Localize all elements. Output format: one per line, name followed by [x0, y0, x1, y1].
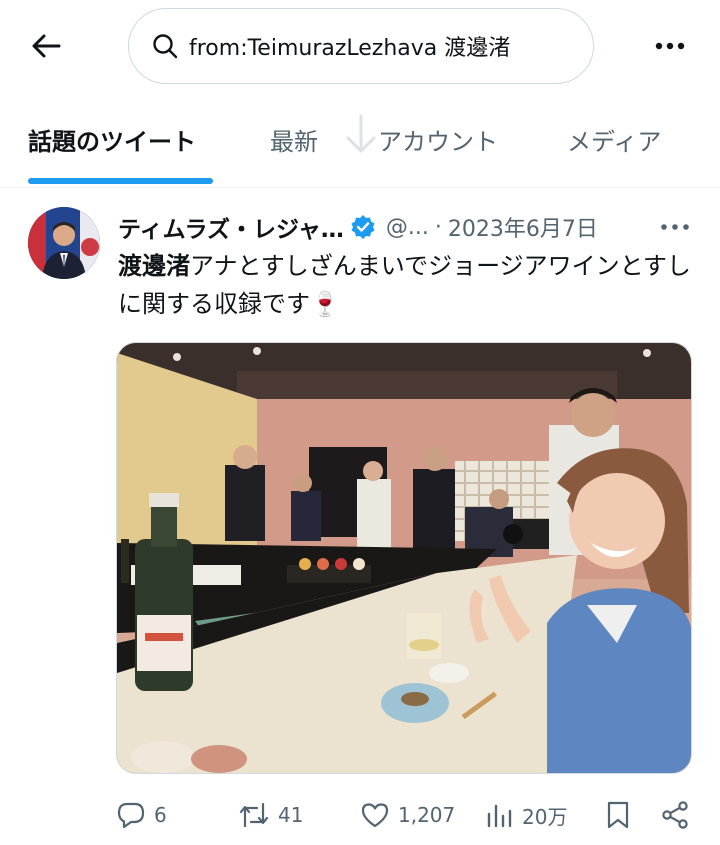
tab-latest[interactable]: 最新: [270, 122, 318, 157]
more-options-button[interactable]: [650, 28, 690, 64]
retweet-button[interactable]: 41: [238, 797, 303, 833]
tweet-actions: 6 41 1,207 20万: [0, 793, 720, 837]
down-arrow-icon: [346, 114, 376, 154]
top-bar: [0, 0, 720, 96]
back-button[interactable]: [26, 26, 66, 66]
like-icon: [361, 803, 389, 828]
retweet-icon: [239, 802, 269, 828]
tweet-date[interactable]: 2023年6月7日: [448, 211, 598, 243]
photo-image: [117, 343, 691, 773]
separator-dot: ·: [434, 214, 442, 240]
text-highlight: 渡邊渚: [118, 252, 190, 280]
tweet-photo[interactable]: [116, 342, 692, 774]
reply-count: 6: [154, 803, 167, 827]
search-box[interactable]: [128, 8, 594, 84]
display-name[interactable]: ティムラズ・レジャ…: [118, 210, 344, 244]
like-button[interactable]: 1,207: [360, 797, 455, 833]
retweet-count: 41: [278, 803, 304, 827]
tweet[interactable]: ティムラズ・レジャ… @... · 2023年6月7日 渡邊渚アナとすしざんまい…: [0, 189, 720, 845]
search-icon: [153, 34, 178, 59]
wine-emoji: 🍷: [310, 290, 340, 318]
avatar[interactable]: [28, 207, 100, 279]
views-button[interactable]: 20万: [486, 797, 567, 833]
reply-icon: [117, 802, 145, 829]
like-count: 1,207: [398, 803, 456, 827]
tweet-text: 渡邊渚アナとすしざんまいでジョージアワインとすしに関する収録です🍷: [118, 247, 698, 323]
verified-icon: [351, 215, 375, 239]
share-button[interactable]: [660, 797, 698, 833]
share-icon: [662, 801, 688, 829]
tab-people[interactable]: アカウント: [378, 122, 498, 157]
handle[interactable]: @...: [386, 215, 429, 240]
search-input[interactable]: [189, 33, 579, 59]
views-icon: [487, 804, 512, 828]
bookmark-button[interactable]: [604, 797, 640, 833]
tab-media[interactable]: メディア: [567, 122, 661, 157]
active-tab-indicator: [28, 178, 213, 184]
reply-button[interactable]: 6: [116, 797, 167, 833]
bookmark-icon: [607, 801, 629, 829]
more-icon: [655, 42, 685, 50]
back-arrow-icon: [32, 34, 61, 58]
search-tabs: 話題のツイート 最新 アカウント メディア: [0, 96, 720, 188]
text-body: アナとすしざんまいでジョージアワインとすしに関する収録です: [118, 252, 691, 318]
views-count: 20万: [522, 804, 568, 829]
avatar-image: [28, 207, 100, 279]
tweet-more-icon[interactable]: [660, 219, 690, 235]
tweet-header: ティムラズ・レジャ… @... · 2023年6月7日: [118, 209, 698, 245]
tab-top[interactable]: 話題のツイート: [28, 122, 196, 157]
